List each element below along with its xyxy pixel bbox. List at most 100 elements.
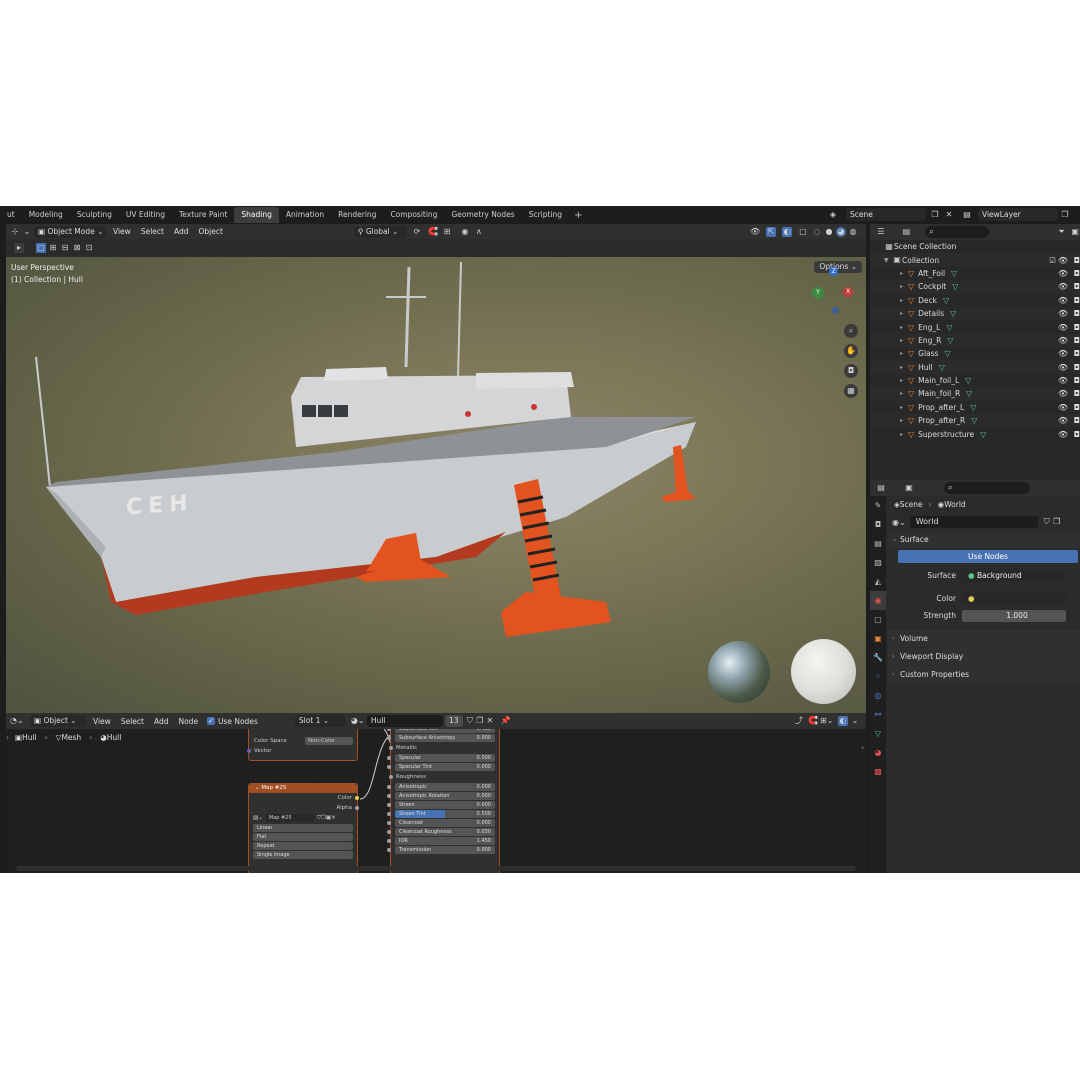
- material-name-field[interactable]: Hull: [366, 715, 443, 727]
- modifier-tab-icon[interactable]: 🔧: [870, 648, 886, 667]
- world-tab-icon[interactable]: ◉: [870, 591, 886, 610]
- editor-type-dropdown-icon[interactable]: ⌄: [22, 227, 32, 237]
- tab-sculpting[interactable]: Sculpting: [70, 207, 119, 223]
- display-mode-icon[interactable]: ▤: [902, 227, 912, 237]
- node-menu-select[interactable]: Select: [116, 717, 149, 726]
- particles-tab-icon[interactable]: ⁘: [870, 667, 886, 686]
- add-workspace-icon[interactable]: +: [569, 210, 587, 221]
- tab-layout[interactable]: ut: [0, 207, 22, 223]
- input-socket[interactable]: [387, 830, 391, 834]
- duplicate-material-icon[interactable]: ❐: [475, 716, 485, 726]
- eye-icon[interactable]: 👁: [1058, 416, 1068, 425]
- gizmo-icon[interactable]: ⇱: [766, 226, 776, 237]
- expand-icon[interactable]: ▸: [900, 297, 908, 304]
- input-socket[interactable]: [387, 794, 391, 798]
- input-socket[interactable]: [389, 746, 393, 750]
- zoom-icon[interactable]: ⌕: [844, 324, 858, 338]
- image-actions-icon[interactable]: ⛉❐▣✕: [317, 815, 336, 822]
- surface-shader-field[interactable]: ● Background: [962, 569, 1066, 582]
- expand-icon[interactable]: ▸: [900, 310, 908, 317]
- node-title[interactable]: ⌄ Map #25: [249, 784, 357, 793]
- bsdf-input-field[interactable]: Specular Tint 0.000: [387, 763, 495, 771]
- material-users-count[interactable]: 13: [444, 715, 463, 727]
- parent-node-tree-icon[interactable]: ⤴: [794, 716, 804, 726]
- color-space-dropdown[interactable]: Non-Color: [305, 737, 353, 745]
- outliner-scene-collection[interactable]: ▦ Scene Collection: [870, 240, 1080, 253]
- collection-tab-icon[interactable]: ▢: [870, 610, 886, 629]
- render-tab-icon[interactable]: ◘: [870, 515, 886, 534]
- expand-icon[interactable]: ▸: [900, 350, 908, 357]
- volume-panel-header[interactable]: › Volume: [888, 630, 1080, 647]
- bsdf-input-field[interactable]: IOR 1.450: [387, 837, 495, 845]
- view-layer-selector[interactable]: ViewLayer: [978, 208, 1058, 221]
- custom-properties-panel-header[interactable]: › Custom Properties: [888, 666, 1080, 683]
- overlay-icon[interactable]: ◐: [782, 226, 792, 237]
- mesh-data-icon[interactable]: ▽: [970, 403, 976, 412]
- bsdf-input-field[interactable]: Transmission 0.000: [387, 846, 495, 854]
- snap-element-icon[interactable]: ⊞⌄: [820, 716, 833, 726]
- node-menu-add[interactable]: Add: [149, 717, 174, 726]
- mesh-data-icon[interactable]: ▽: [943, 296, 949, 305]
- mesh-data-icon[interactable]: ▽: [944, 349, 950, 358]
- expand-icon[interactable]: ▸: [900, 337, 908, 344]
- menu-select[interactable]: Select: [136, 227, 169, 236]
- render-icon[interactable]: ◘: [1074, 336, 1080, 345]
- expand-icon[interactable]: ▸: [900, 417, 908, 424]
- editor-type-icon[interactable]: ⊹: [10, 227, 20, 237]
- fake-user-icon[interactable]: ⛉: [465, 716, 475, 726]
- snap-target-icon[interactable]: ⊞: [442, 227, 452, 237]
- strength-field[interactable]: 1.000: [962, 609, 1066, 622]
- expand-icon[interactable]: ▸: [900, 377, 908, 384]
- outliner-editor-icon[interactable]: ☰: [876, 227, 886, 237]
- visibility-icon[interactable]: 👁: [750, 227, 760, 237]
- outliner-item-prop_after_r[interactable]: ▸ ▽ Prop_after_R ▽ 👁 ◘: [870, 414, 1080, 428]
- collapse-icon[interactable]: ▼: [884, 257, 892, 264]
- eye-icon[interactable]: 👁: [1058, 403, 1068, 412]
- outliner-item-aft_foil[interactable]: ▸ ▽ Aft_Foil ▽ 👁 ◘: [870, 267, 1080, 280]
- new-collection-icon[interactable]: ▣: [1070, 227, 1080, 237]
- eye-icon[interactable]: 👁: [1058, 309, 1068, 318]
- outliner-item-prop_after_l[interactable]: ▸ ▽ Prop_after_L ▽ 👁 ◘: [870, 401, 1080, 414]
- mesh-data-icon[interactable]: ▽: [971, 416, 977, 425]
- render-icon[interactable]: ◘: [1074, 309, 1080, 318]
- select-extend-icon[interactable]: ⊞: [48, 243, 58, 253]
- render-icon[interactable]: ◘: [1074, 282, 1080, 291]
- tab-animation[interactable]: Animation: [279, 207, 331, 223]
- expand-icon[interactable]: ▸: [900, 404, 908, 411]
- pin-scene-icon[interactable]: ▣: [904, 483, 914, 493]
- view-layer-tab-icon[interactable]: ▨: [870, 553, 886, 572]
- render-icon[interactable]: ◘: [1074, 323, 1080, 332]
- snap-icon[interactable]: 🧲: [808, 716, 818, 726]
- render-icon[interactable]: ◘: [1074, 389, 1080, 398]
- snap-icon[interactable]: 🧲: [428, 227, 438, 237]
- eye-icon[interactable]: 👁: [1058, 256, 1068, 265]
- grid-view-icon[interactable]: ▦: [844, 384, 858, 398]
- material-tab-icon[interactable]: ◕: [870, 743, 886, 762]
- mode-selector[interactable]: ▣ Object Mode ⌄: [34, 225, 106, 238]
- input-socket[interactable]: [387, 848, 391, 852]
- outliner-search-input[interactable]: ⌕: [925, 226, 989, 238]
- bsdf-input-field[interactable]: Sheen Tint 0.500: [387, 810, 495, 818]
- input-socket[interactable]: [387, 729, 391, 731]
- input-socket[interactable]: [387, 803, 391, 807]
- mesh-data-icon[interactable]: ▽: [966, 389, 972, 398]
- physics-tab-icon[interactable]: ◎: [870, 686, 886, 705]
- camera-icon[interactable]: ◘: [844, 364, 858, 378]
- mesh-data-icon[interactable]: ▽: [952, 282, 958, 291]
- proportional-edit-icon[interactable]: ◉: [460, 227, 470, 237]
- render-icon[interactable]: ◘: [1074, 296, 1080, 305]
- select-intersect-icon[interactable]: ⊡: [84, 243, 94, 253]
- outliner-item-details[interactable]: ▸ ▽ Details ▽ 👁 ◘: [870, 306, 1080, 321]
- eye-icon[interactable]: 👁: [1058, 269, 1068, 278]
- menu-object[interactable]: Object: [193, 227, 227, 236]
- editor-type-icon[interactable]: ◔⌄: [10, 716, 24, 726]
- scene-tab-icon[interactable]: ◭: [870, 572, 886, 591]
- scene-selector[interactable]: Scene: [846, 208, 926, 221]
- bsdf-input-field[interactable]: Sheen 0.000: [387, 801, 495, 809]
- outliner-item-main_foil_l[interactable]: ▸ ▽ Main_foil_L ▽ 👁 ◘: [870, 374, 1080, 387]
- eye-icon[interactable]: 👁: [1058, 389, 1068, 398]
- expand-icon[interactable]: ▸: [900, 390, 908, 397]
- tab-geometry-nodes[interactable]: Geometry Nodes: [444, 207, 521, 223]
- shading-material-icon[interactable]: ◕: [836, 226, 846, 237]
- expand-icon[interactable]: ▸: [900, 431, 908, 438]
